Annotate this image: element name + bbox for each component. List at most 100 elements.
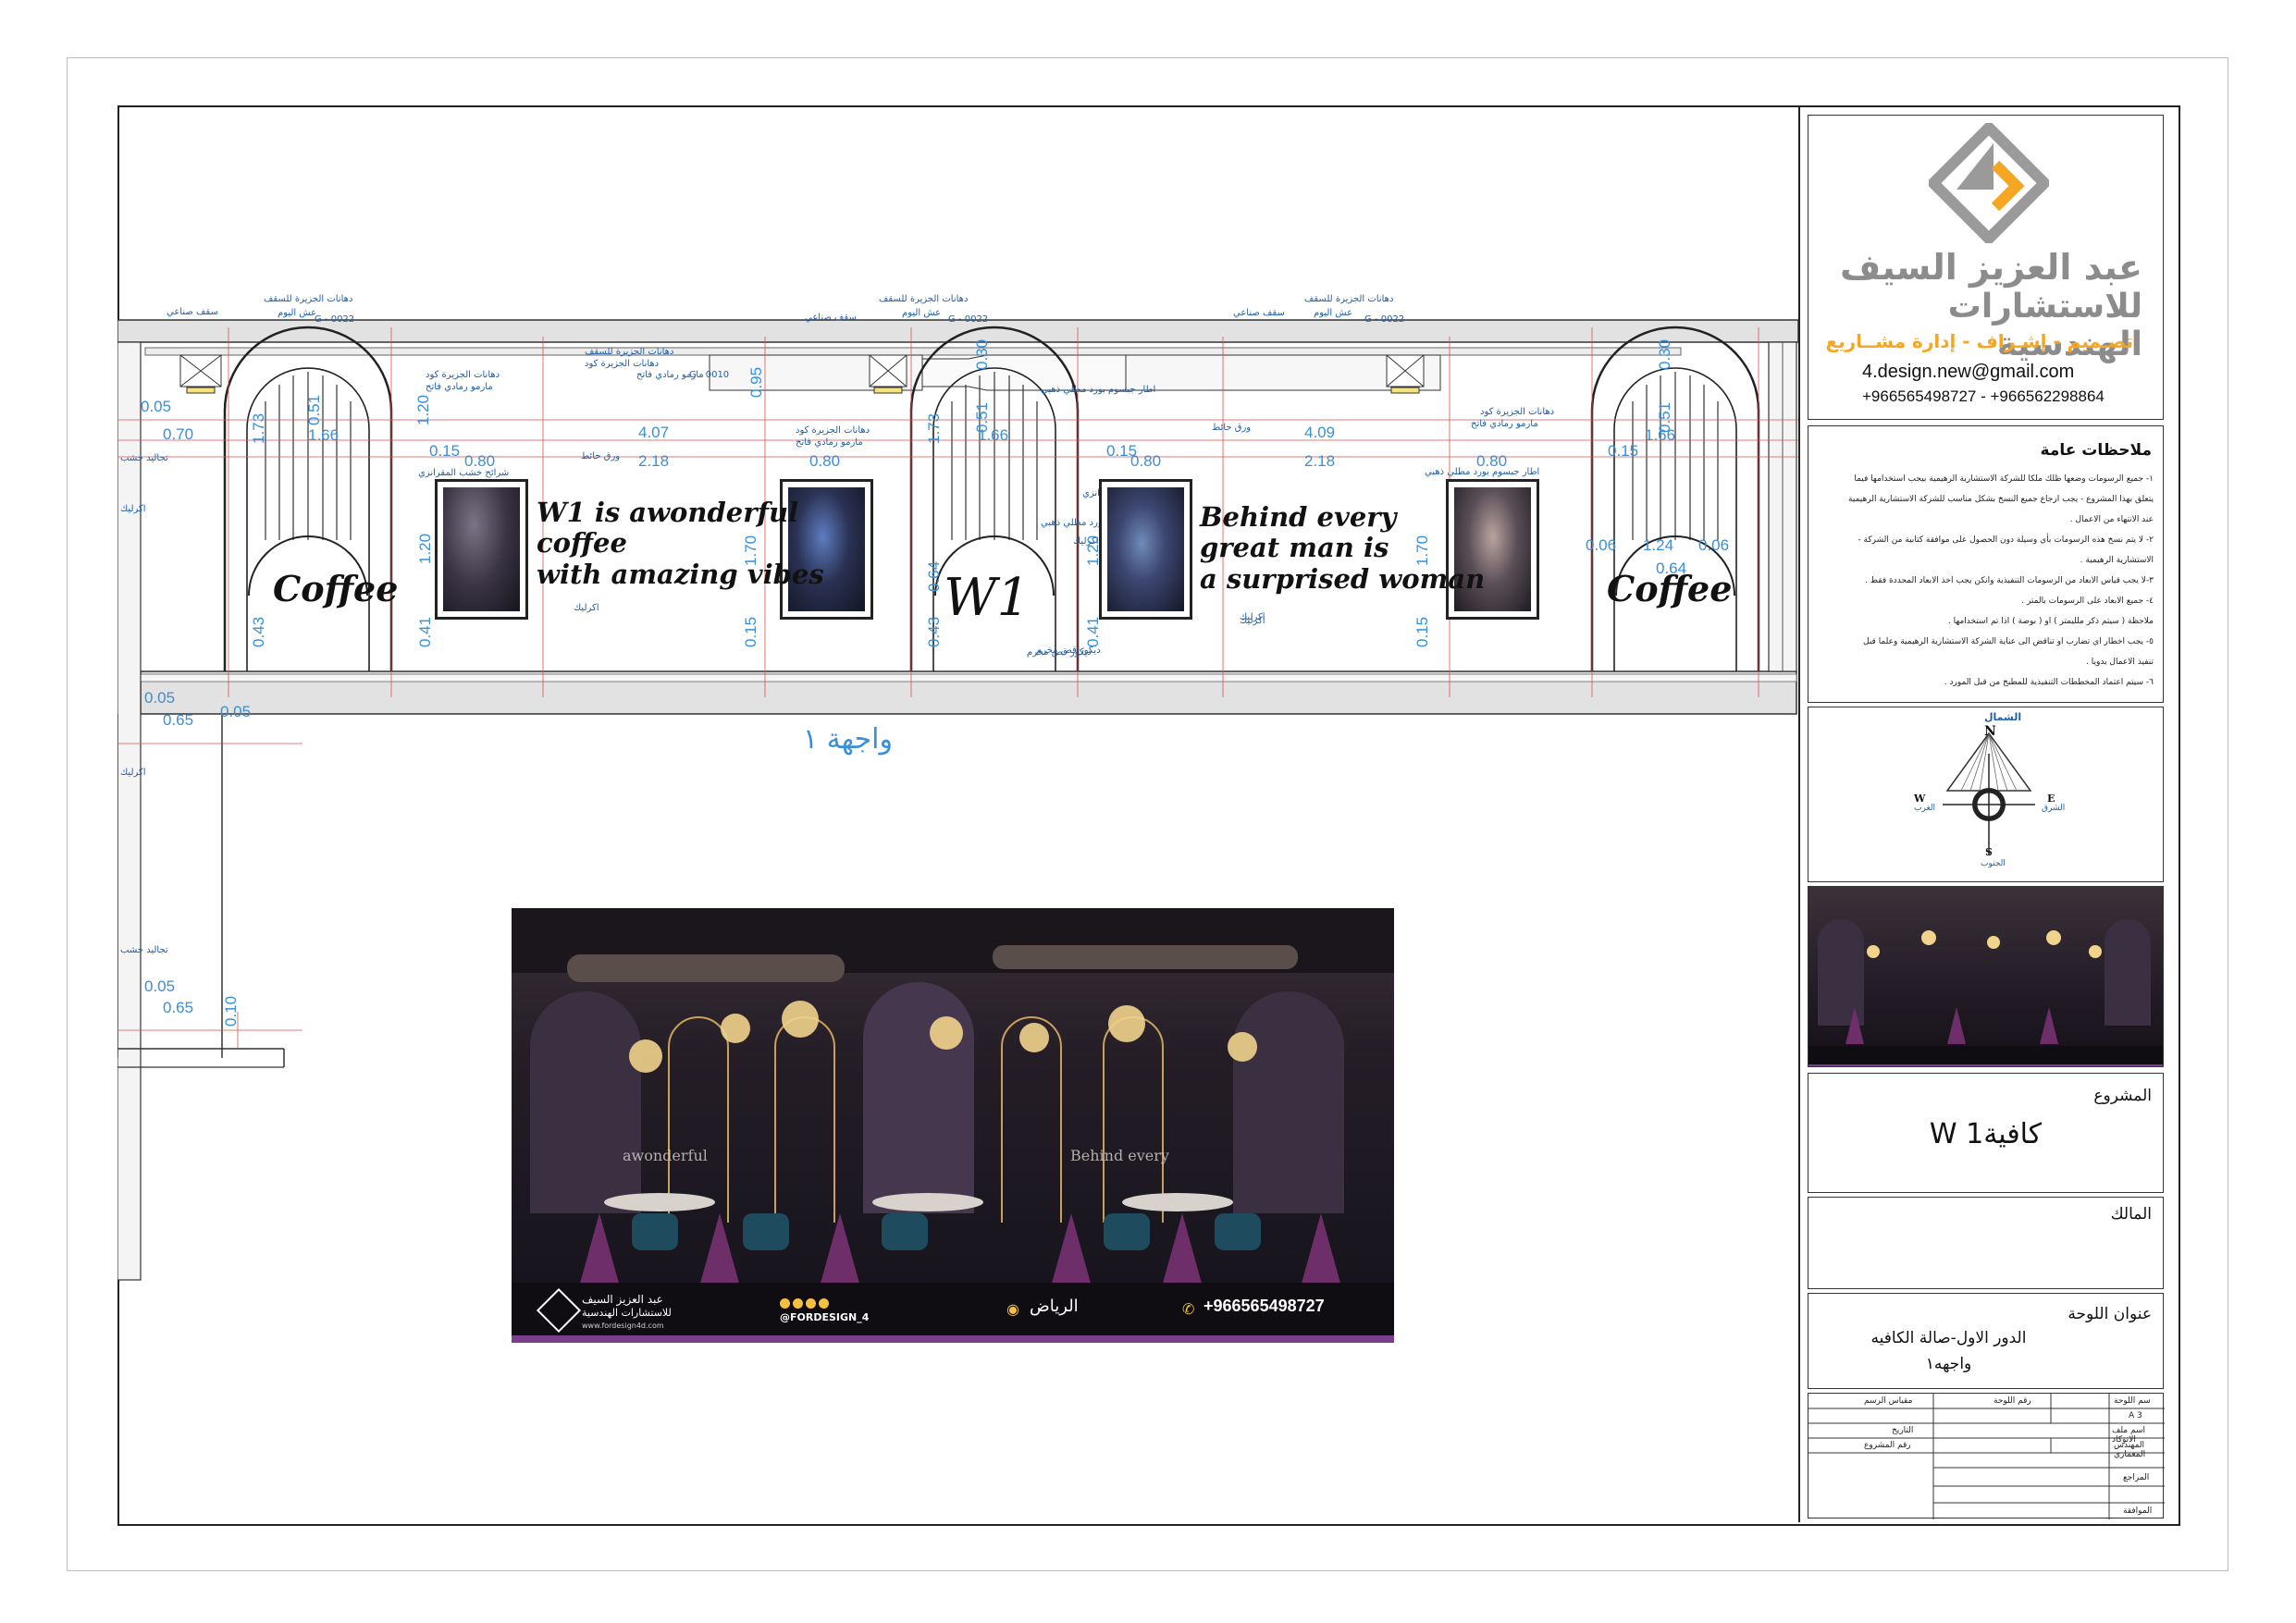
dim-text: 0.51 [305,394,323,425]
note: دهانات الجزيرة كود [585,359,660,369]
note: تجاليد خشب [120,945,168,955]
dim-text: 0.41 [416,616,434,647]
note: سقف صناعي [1233,308,1285,318]
note: اكرليك [574,603,599,613]
dim-text: 1.24 [1643,536,1674,554]
note-line: تنفيذ الاعمال يدويا . [2086,658,2154,667]
table-sheet-name-label: سم اللوحة [2114,1396,2151,1406]
elevation-title: واجهة ١ [803,723,893,756]
note-line: عند الانتهاء من الاعمال . [2069,515,2154,524]
sheet-title-panel: عنوان اللوحة الدور الاول-صالة الكافيه وا… [1808,1293,2164,1389]
table-date-label: التاريخ [1892,1426,1914,1435]
note: دهانات الجزيرة للسقف [1304,294,1394,304]
w1-logo: W1 [944,568,1031,628]
note-line: ١- جميع الرسومات وضعها ظلك ملكا للشركة ا… [1854,474,2154,484]
dim-text: 0.10 [222,995,240,1027]
dim-text: 4.09 [1304,424,1336,441]
brand-name: عبد العزيز السيف [1840,247,2142,288]
dim-text: 1.20 [414,394,432,425]
note: اكرليك [1073,536,1099,547]
dim-text: 0.30 [1656,338,1673,370]
4d-logo-icon [1929,123,2049,243]
render-sign-right: Behind every [1070,1147,1169,1164]
dim-text: 0.43 [925,616,943,647]
dim-text: 0.15 [742,616,759,647]
table-project-no-label: رقم المشروع [1864,1441,1911,1450]
note: اكرليك [120,504,146,514]
dim-text: 0.05 [144,977,176,995]
compass-north-ar: الشمال [1984,711,2022,723]
note: مارمو رمادي فاتح [796,437,863,448]
soffit-left [144,347,1682,356]
dim-text: 0.51 [1656,401,1673,433]
dim-text: 0.41 [1084,616,1102,647]
note: ورق حائط [1212,423,1252,433]
wall-sign-left: W1 is awonderful coffee with amazing vib… [537,497,824,590]
note-line: ٤- جميع الابعاد على الرسومات بالمتر . [2021,596,2154,606]
table-sheet-no-label: رقم اللوحة [1994,1396,2031,1406]
render-social: @FORDESIGN_4 [780,1311,870,1323]
note: دهانات الجزيرة للسقف [585,347,674,357]
titleblock-table: مقياس الرسم رقم اللوحة سم اللوحة A 3 الت… [1808,1393,2165,1519]
table-architect-label: المهندس المعماري [2114,1441,2146,1459]
dim-text: 0.80 [1130,452,1162,470]
note: شرائح خشب المقرانزي [418,468,510,478]
compass-south-ar: الجنوب [1981,859,2006,868]
note-line: ٢- لا يتم نسخ هذه الرسومات بأي وسيلة دون… [1858,535,2154,545]
dim-text: 0.70 [163,425,194,443]
poster-center-right [1099,479,1192,620]
note: سقف صناعي [805,313,857,323]
social-icons [780,1295,829,1312]
compass-panel: الشمال N E الشرق W الغرب S الجنوب [1808,707,2164,882]
sheet-title-line1: الدور الاول-صالة الكافيه [1870,1329,2027,1347]
dim-text: 1.73 [250,412,267,444]
note: مارمو رمادي فاتح [426,382,493,392]
table-scale-label: مقياس الرسم [1864,1396,1913,1406]
render-phone: +966565498727 [1204,1297,1325,1315]
sheet-title-label: عنوان اللوحة [2068,1305,2152,1323]
brand-tagline: تصـميم - إشـراف - إدارة مشــاريع [1825,330,2133,352]
coffee-sign-right: Coffee [1607,568,1733,609]
project-name: كافيةW 1 [1929,1118,2043,1150]
dim-text: 0.05 [220,703,252,720]
compass-west-ar: الغرب [1914,804,1936,813]
note: اكرليك [1240,616,1265,626]
note-line: الاستشارية الرهيمية . [2080,556,2154,565]
dim-text: 0.80 [809,452,841,470]
note-line: ٥- يجب اخطار اي تضارب او تناقض الى عناية… [1863,637,2154,646]
note: اطار جبسوم بورد مطلي ذهبي [1425,467,1540,477]
note: عش اليوم [278,308,317,318]
owner-label: المالك [2110,1205,2152,1223]
table-reviewer-label: المراجع [2123,1473,2150,1482]
dim-text: 2.18 [1304,452,1336,470]
note: دهانات الجزيرة كود [796,425,870,436]
note-line: ٦- سيتم اعتماد المخططات التنفيذية للمطبخ… [1944,678,2154,687]
note: G - 0022 [315,314,355,325]
note-line: ٣-لا يجب قياس الابعاد من الرسومات التنفي… [1865,576,2154,585]
note: مارمو رمادي فاتح [1471,419,1538,429]
notes-panel: ملاحظات عامة ١- جميع الرسومات وضعها ظلك … [1808,425,2164,703]
note: تجاليد خشب [120,453,168,463]
dim-text: 2.18 [638,452,670,470]
dim-text: 0.06 [1698,536,1730,554]
dim-text: 0.43 [250,616,267,647]
location-pin-icon: ◉ [1006,1300,1019,1318]
logo-panel: عبد العزيز السيف للاستشارات الهندسية تصـ… [1808,115,2164,420]
note: دهانات الجزيرة للسقف [264,294,353,304]
note: اطار جبسوم بورد مطلي ذهبي [1041,385,1156,395]
compass-south: S [1985,846,1993,858]
render-sign-left: awonderful [623,1147,708,1164]
render-image: awonderful Behind every عبد العزيز السيف… [512,908,1394,1343]
dim-text: 0.65 [163,999,194,1016]
note: عش اليوم [1314,308,1353,318]
note: سقف صناعي [167,307,218,317]
wall-sign-right: Behind every great man is a surprised wo… [1200,501,1486,595]
coffee-sign-left: Coffee [273,568,399,609]
dim-text: 0.95 [747,366,765,398]
notes-list: ١- جميع الرسومات وضعها ظلك ملكا للشركة ا… [1816,469,2154,693]
dim-text: 1.66 [308,426,339,444]
dim-text: 0.05 [141,398,172,415]
note: عش اليوم [902,308,942,318]
table-paper-size: A 3 [2129,1411,2142,1420]
sheet-title-line2: واجهه١ [1925,1355,1972,1373]
